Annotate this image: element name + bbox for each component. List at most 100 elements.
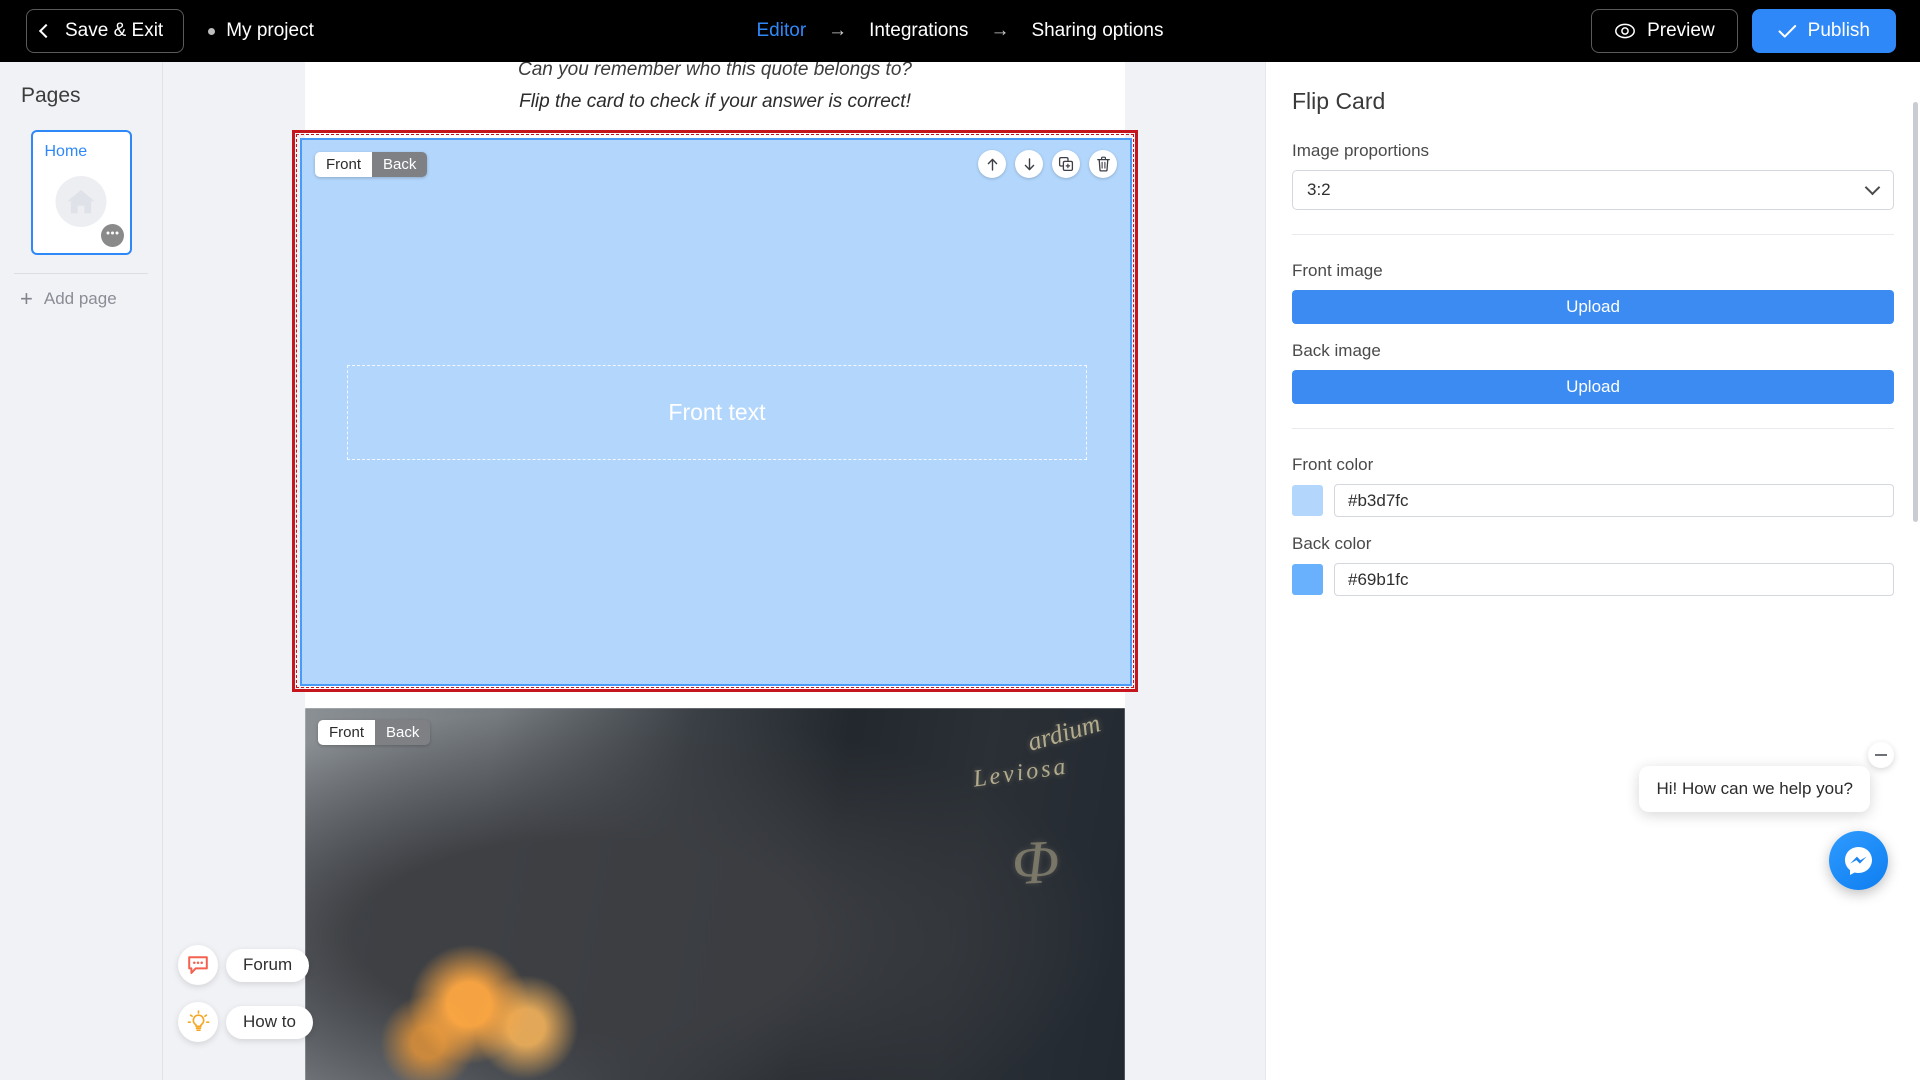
nav-arrow-icon-1: →	[828, 20, 848, 41]
flip-card-photo[interactable]: ardium Leviosa Φ Front Back	[305, 708, 1125, 1080]
image-proportions-section: Image proportions 3:2	[1292, 115, 1894, 235]
project-name-label: My project	[226, 20, 314, 41]
selected-block-outline: Front Back Front text	[292, 130, 1138, 692]
how-to-button[interactable]	[178, 1002, 218, 1042]
project-status-dot-icon	[208, 27, 216, 35]
plus-icon: +	[20, 286, 33, 311]
image-proportions-select[interactable]: 3:2	[1292, 170, 1894, 210]
quote-line-2: Flip the card to check if your answer is…	[519, 91, 911, 112]
back-color-input[interactable]: #69b1fc	[1334, 563, 1894, 596]
chat-message-text: Hi! How can we help you?	[1656, 779, 1853, 798]
page-home-label: Home	[44, 143, 88, 160]
front-color-swatch[interactable]	[1292, 485, 1323, 516]
chat-minimize-button[interactable]	[1868, 742, 1894, 768]
eye-icon	[1615, 23, 1636, 39]
front-image-label: Front image	[1292, 261, 1383, 280]
chalk-text-3: Φ	[1010, 827, 1061, 899]
chevron-left-icon	[38, 23, 54, 39]
move-up-button[interactable]	[978, 150, 1006, 178]
preview-label: Preview	[1647, 20, 1715, 41]
image-proportions-value: 3:2	[1307, 180, 1331, 199]
help-buttons: Forum How to	[178, 928, 313, 1042]
howto-row: How to	[178, 1002, 313, 1042]
editor-steps-nav: Editor → Integrations → Sharing options	[757, 20, 1164, 42]
trash-icon	[1096, 156, 1110, 172]
move-up-icon	[987, 158, 997, 171]
front-color-label: Front color	[1292, 455, 1374, 474]
home-icon	[67, 189, 95, 213]
nav-step-sharing-options[interactable]: Sharing options	[1031, 20, 1163, 42]
page-heading-text: Can you remember who this quote belongs …	[305, 62, 1125, 118]
images-section: Front image Upload Back image Upload	[1292, 235, 1894, 429]
properties-panel-scrollbar[interactable]	[1913, 102, 1918, 522]
panel-title: Flip Card	[1292, 88, 1386, 114]
flip-card-front[interactable]: Front Back Front text	[300, 138, 1132, 686]
messenger-chat-button[interactable]	[1829, 831, 1888, 890]
front-color-input[interactable]: #b3d7fc	[1334, 484, 1894, 517]
minimize-icon	[1875, 754, 1887, 756]
messenger-icon	[1845, 847, 1872, 875]
back-color-row: #69b1fc	[1292, 563, 1894, 596]
back-image-label: Back image	[1292, 341, 1381, 360]
speech-bubble-icon	[188, 955, 208, 974]
publish-button[interactable]: Publish	[1751, 9, 1896, 53]
preview-button[interactable]: Preview	[1591, 9, 1738, 53]
move-down-icon	[1024, 157, 1034, 170]
add-page-label: Add page	[43, 289, 117, 308]
check-icon	[1778, 24, 1796, 38]
nav-step-integrations[interactable]: Integrations	[869, 20, 968, 42]
move-down-button[interactable]	[1015, 150, 1043, 178]
back-image-upload-button[interactable]: Upload	[1292, 370, 1894, 404]
top-bar-actions: Preview Publish	[1591, 9, 1896, 53]
app-root: Save & Exit My project Editor → Integrat…	[0, 0, 1920, 1080]
block-toolbar	[978, 150, 1117, 178]
forum-button[interactable]	[178, 945, 218, 985]
image-proportions-label: Image proportions	[1292, 141, 1430, 160]
back-color-swatch[interactable]	[1292, 564, 1323, 595]
editor-canvas: Can you remember who this quote belongs …	[163, 62, 1265, 1080]
properties-panel: Flip Card Image proportions 3:2 Front im…	[1265, 62, 1920, 1080]
nav-step-editor[interactable]: Editor	[757, 20, 807, 42]
chevron-down-icon	[1864, 179, 1881, 195]
toggle-back-2[interactable]: Back	[375, 720, 431, 745]
page-home-more-button[interactable]	[100, 224, 124, 247]
duplicate-icon	[1058, 156, 1074, 172]
how-to-label-pill[interactable]: How to	[226, 1005, 313, 1039]
home-thumbnail	[55, 176, 107, 227]
forum-label: Forum	[243, 955, 293, 974]
ellipsis-icon	[106, 231, 118, 234]
sidebar-page-home[interactable]: Home	[30, 130, 132, 255]
save-and-exit-button[interactable]: Save & Exit	[26, 9, 185, 53]
sidebar-divider	[14, 273, 148, 274]
toggle-front-2[interactable]: Front	[318, 720, 376, 745]
front-text-placeholder[interactable]: Front text	[347, 365, 1087, 460]
save-and-exit-label: Save & Exit	[65, 20, 164, 41]
front-back-toggle: Front Back	[315, 152, 428, 177]
front-image-upload-button[interactable]: Upload	[1292, 290, 1894, 324]
add-page-button[interactable]: + Add page	[20, 288, 162, 310]
forum-row: Forum	[178, 945, 313, 985]
project-name[interactable]: My project	[208, 20, 314, 42]
front-image-upload-label: Upload	[1566, 297, 1620, 316]
duplicate-button[interactable]	[1052, 150, 1080, 178]
lightbulb-icon	[187, 1010, 209, 1031]
forum-label-pill[interactable]: Forum	[226, 948, 310, 982]
quote-line-1: Can you remember who this quote belongs …	[518, 62, 912, 80]
top-bar: Save & Exit My project Editor → Integrat…	[0, 0, 1920, 62]
pages-title: Pages	[21, 84, 81, 107]
how-to-label: How to	[243, 1012, 296, 1031]
colors-section: Front color #b3d7fc Back color #69b1fc	[1292, 429, 1894, 620]
back-color-label: Back color	[1292, 534, 1372, 553]
nav-arrow-icon-2: →	[990, 20, 1010, 41]
toggle-front[interactable]: Front	[315, 152, 373, 177]
publish-label: Publish	[1807, 20, 1870, 41]
properties-panel-body: Flip Card Image proportions 3:2 Front im…	[1266, 62, 1920, 620]
pages-sidebar: Pages Home + Add page	[0, 62, 163, 1080]
chat-message-bubble[interactable]: Hi! How can we help you?	[1639, 766, 1870, 812]
toggle-back[interactable]: Back	[372, 152, 428, 177]
front-color-row: #b3d7fc	[1292, 484, 1894, 517]
back-image-upload-label: Upload	[1566, 377, 1620, 396]
delete-button[interactable]	[1089, 150, 1117, 178]
front-back-toggle-2: Front Back	[318, 720, 431, 745]
page-sheet: Can you remember who this quote belongs …	[292, 62, 1138, 1080]
